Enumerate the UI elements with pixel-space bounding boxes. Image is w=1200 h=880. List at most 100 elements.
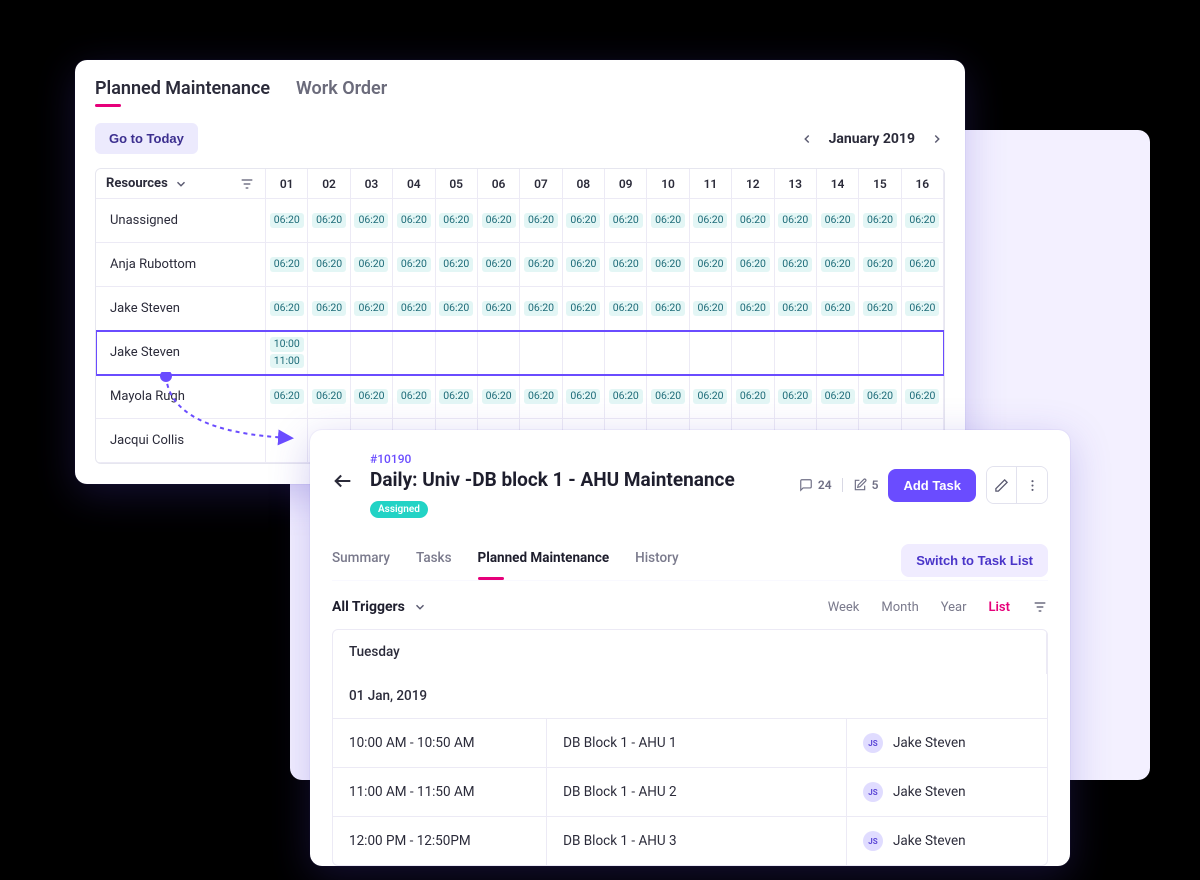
schedule-cell[interactable] bbox=[308, 331, 350, 375]
schedule-cell[interactable]: 06:20 bbox=[859, 199, 901, 243]
schedule-cell[interactable]: 06:20 bbox=[902, 375, 944, 419]
schedule-cell[interactable]: 06:20 bbox=[520, 199, 562, 243]
schedule-cell[interactable]: 06:20 bbox=[647, 199, 689, 243]
schedule-cell[interactable]: 06:20 bbox=[902, 199, 944, 243]
scheduler-row[interactable]: Jake Steven06:2006:2006:2006:2006:2006:2… bbox=[96, 287, 944, 331]
scheduler-row[interactable]: Unassigned06:2006:2006:2006:2006:2006:20… bbox=[96, 199, 944, 243]
schedule-cell[interactable]: 06:20 bbox=[605, 287, 647, 331]
schedule-cell[interactable]: 06:20 bbox=[308, 375, 350, 419]
schedule-cell[interactable]: 06:20 bbox=[266, 287, 308, 331]
schedule-cell[interactable]: 06:20 bbox=[436, 243, 478, 287]
edit-button[interactable] bbox=[987, 467, 1017, 503]
scheduler-row[interactable]: Mayola Rugh06:2006:2006:2006:2006:2006:2… bbox=[96, 375, 944, 419]
schedule-cell[interactable]: 06:20 bbox=[732, 199, 774, 243]
schedule-cell[interactable]: 06:20 bbox=[775, 243, 817, 287]
schedule-cell[interactable] bbox=[605, 331, 647, 375]
schedule-cell[interactable]: 06:20 bbox=[478, 375, 520, 419]
view-list[interactable]: List bbox=[989, 600, 1010, 615]
schedule-cell[interactable]: 06:20 bbox=[436, 375, 478, 419]
schedule-cell[interactable]: 06:20 bbox=[308, 243, 350, 287]
schedule-cell[interactable]: 06:20 bbox=[266, 375, 308, 419]
schedule-cell[interactable]: 06:20 bbox=[647, 243, 689, 287]
schedule-cell[interactable]: 06:20 bbox=[817, 243, 859, 287]
schedule-cell[interactable]: 06:20 bbox=[563, 243, 605, 287]
schedule-cell[interactable] bbox=[859, 331, 901, 375]
next-month-button[interactable] bbox=[929, 131, 945, 147]
schedule-cell[interactable]: 06:20 bbox=[732, 287, 774, 331]
schedule-cell[interactable] bbox=[563, 331, 605, 375]
schedule-cell[interactable]: 06:20 bbox=[817, 287, 859, 331]
schedule-cell[interactable]: 06:20 bbox=[520, 243, 562, 287]
schedule-cell[interactable]: 06:20 bbox=[859, 375, 901, 419]
schedule-cell[interactable]: 06:20 bbox=[859, 287, 901, 331]
scheduler-row[interactable]: Jake Steven10:0011:00 bbox=[96, 331, 944, 375]
schedule-cell[interactable]: 06:20 bbox=[393, 243, 435, 287]
schedule-cell[interactable]: 06:20 bbox=[436, 199, 478, 243]
schedule-cell[interactable] bbox=[351, 331, 393, 375]
schedule-cell[interactable]: 06:20 bbox=[563, 287, 605, 331]
schedule-cell[interactable] bbox=[520, 331, 562, 375]
scheduler-row[interactable]: Anja Rubottom06:2006:2006:2006:2006:2006… bbox=[96, 243, 944, 287]
schedule-cell[interactable]: 06:20 bbox=[605, 199, 647, 243]
subtab-planned-maintenance[interactable]: Planned Maintenance bbox=[478, 540, 610, 580]
filter-button[interactable] bbox=[1032, 599, 1048, 615]
schedule-cell[interactable] bbox=[775, 331, 817, 375]
schedule-cell[interactable]: 06:20 bbox=[351, 287, 393, 331]
switch-task-list-button[interactable]: Switch to Task List bbox=[901, 544, 1048, 577]
schedule-cell[interactable] bbox=[647, 331, 689, 375]
schedule-cell[interactable]: 06:20 bbox=[308, 287, 350, 331]
schedule-cell[interactable]: 06:20 bbox=[563, 199, 605, 243]
schedule-cell[interactable]: 06:20 bbox=[817, 375, 859, 419]
schedule-cell[interactable]: 06:20 bbox=[393, 287, 435, 331]
comments-count[interactable]: 24 bbox=[799, 478, 832, 492]
subtab-summary[interactable]: Summary bbox=[332, 540, 390, 580]
schedule-cell[interactable] bbox=[690, 331, 732, 375]
schedule-cell[interactable]: 06:20 bbox=[859, 243, 901, 287]
schedule-cell[interactable]: 06:20 bbox=[563, 375, 605, 419]
subtab-tasks[interactable]: Tasks bbox=[416, 540, 452, 580]
schedule-cell[interactable]: 06:20 bbox=[478, 287, 520, 331]
schedule-cell[interactable]: 06:20 bbox=[605, 243, 647, 287]
schedule-cell[interactable]: 06:20 bbox=[436, 287, 478, 331]
tab-work-order[interactable]: Work Order bbox=[296, 78, 387, 105]
schedule-cell[interactable]: 06:20 bbox=[775, 199, 817, 243]
prev-month-button[interactable] bbox=[799, 131, 815, 147]
schedule-cell[interactable] bbox=[436, 331, 478, 375]
more-button[interactable] bbox=[1017, 467, 1047, 503]
schedule-cell[interactable] bbox=[902, 331, 944, 375]
schedule-cell[interactable]: 06:20 bbox=[266, 243, 308, 287]
schedule-cell[interactable]: 06:20 bbox=[605, 375, 647, 419]
add-task-button[interactable]: Add Task bbox=[888, 469, 976, 502]
schedule-cell[interactable]: 06:20 bbox=[902, 243, 944, 287]
schedule-cell[interactable]: 06:20 bbox=[690, 287, 732, 331]
schedule-cell[interactable]: 06:20 bbox=[902, 287, 944, 331]
schedule-cell[interactable]: 06:20 bbox=[351, 199, 393, 243]
back-button[interactable] bbox=[332, 470, 354, 492]
schedule-cell[interactable]: 10:0011:00 bbox=[266, 331, 308, 375]
schedule-cell[interactable]: 06:20 bbox=[351, 375, 393, 419]
schedule-cell[interactable] bbox=[478, 331, 520, 375]
attachments-count[interactable]: 5 bbox=[853, 478, 879, 492]
schedule-cell[interactable]: 06:20 bbox=[266, 199, 308, 243]
schedule-cell[interactable]: 06:20 bbox=[478, 243, 520, 287]
schedule-cell[interactable]: 06:20 bbox=[520, 287, 562, 331]
view-week[interactable]: Week bbox=[828, 600, 860, 615]
schedule-cell[interactable]: 06:20 bbox=[690, 243, 732, 287]
resources-header[interactable]: Resources bbox=[96, 169, 266, 199]
schedule-cell[interactable]: 06:20 bbox=[308, 199, 350, 243]
triggers-dropdown[interactable]: All Triggers bbox=[332, 599, 427, 615]
subtab-history[interactable]: History bbox=[635, 540, 678, 580]
schedule-cell[interactable]: 06:20 bbox=[775, 375, 817, 419]
schedule-cell[interactable] bbox=[266, 419, 308, 463]
table-row[interactable]: 10:00 AM - 10:50 AMDB Block 1 - AHU 1JSJ… bbox=[333, 719, 1047, 768]
schedule-cell[interactable]: 06:20 bbox=[690, 199, 732, 243]
go-to-today-button[interactable]: Go to Today bbox=[95, 123, 198, 154]
schedule-cell[interactable] bbox=[732, 331, 774, 375]
schedule-cell[interactable]: 06:20 bbox=[520, 375, 562, 419]
view-month[interactable]: Month bbox=[881, 600, 918, 615]
filter-icon[interactable] bbox=[239, 176, 255, 192]
view-year[interactable]: Year bbox=[941, 600, 967, 615]
schedule-cell[interactable]: 06:20 bbox=[647, 375, 689, 419]
schedule-cell[interactable] bbox=[817, 331, 859, 375]
schedule-cell[interactable] bbox=[393, 331, 435, 375]
